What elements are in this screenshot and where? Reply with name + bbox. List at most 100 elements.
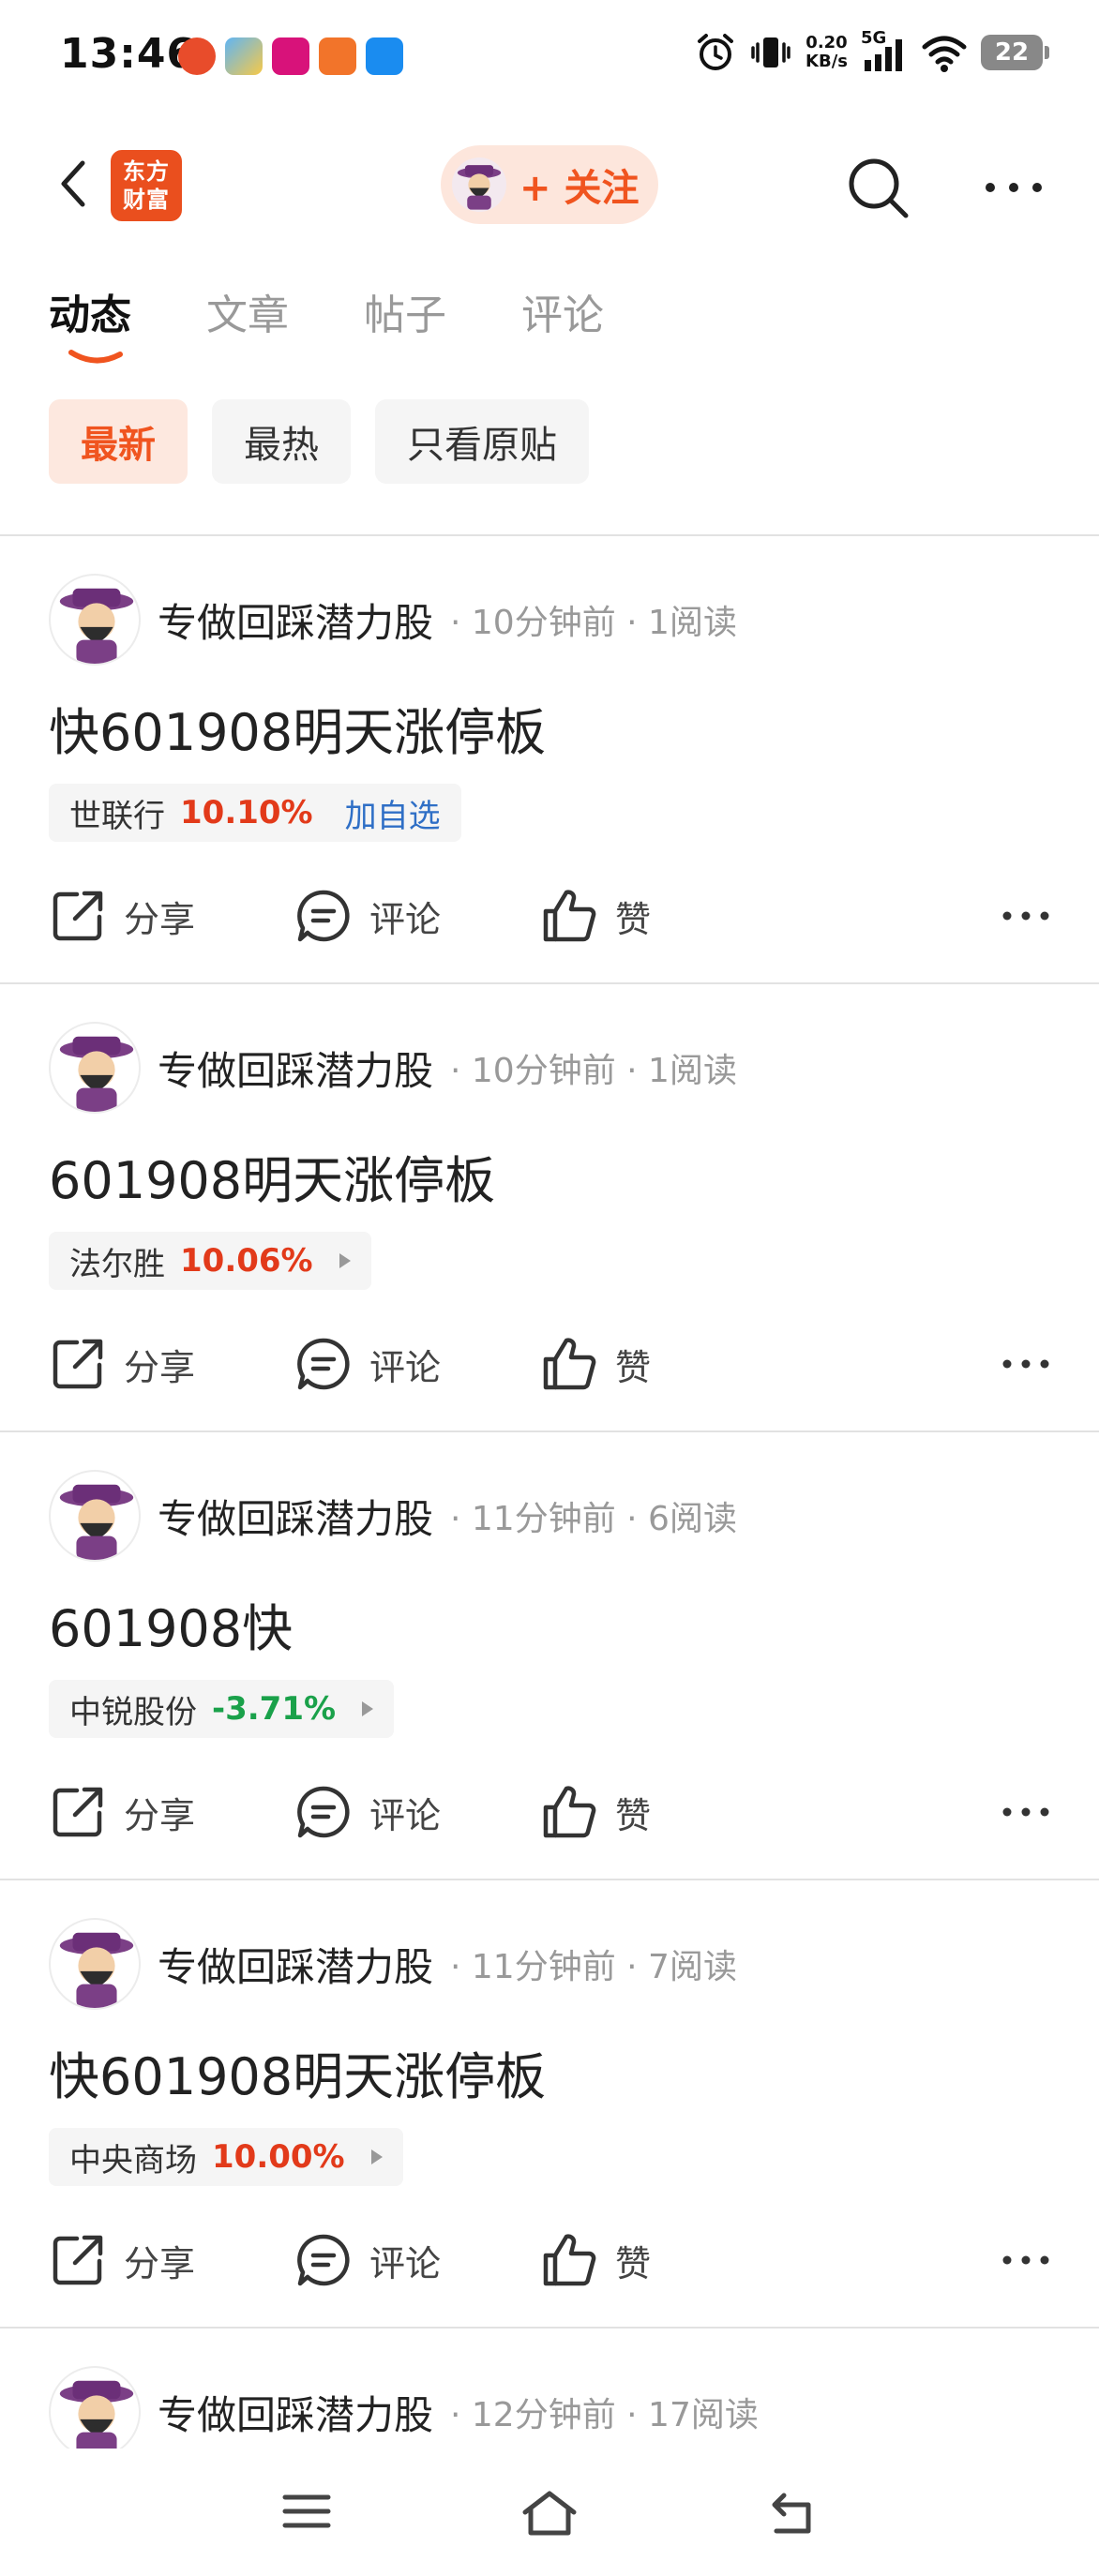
comment-button[interactable]: 评论 — [294, 1783, 441, 1841]
notification-icons — [178, 37, 403, 75]
author-name[interactable]: 专做回踩潜力股 — [158, 1488, 433, 1545]
stock-name: 中央商场 — [69, 2141, 197, 2179]
author-name[interactable]: 专做回踩潜力股 — [158, 592, 433, 649]
app-icon-4 — [319, 37, 356, 75]
logo-line-2: 财富 — [123, 187, 170, 213]
app-icon-2 — [225, 37, 263, 75]
share-button[interactable]: 分享 — [49, 1335, 195, 1393]
filter-hottest[interactable]: 最热 — [212, 399, 351, 484]
logo-line-1: 东方 — [123, 158, 170, 185]
filter-latest[interactable]: 最新 — [49, 399, 188, 484]
filter-original-only[interactable]: 只看原贴 — [375, 399, 589, 484]
post-meta: · 11分钟前 · 7阅读 — [450, 1948, 737, 1986]
post-card[interactable]: 专做回踩潜力股 · 11分钟前 · 6阅读 601908快 中锐股份 -3.71… — [0, 1432, 1099, 1879]
stock-change: -3.71% — [212, 1690, 337, 1728]
avatar[interactable] — [49, 574, 141, 666]
tab-posts[interactable]: 帖子 — [364, 281, 446, 341]
menu-icon[interactable] — [281, 2488, 332, 2535]
tab-label: 帖子 — [364, 292, 446, 339]
comment-button[interactable]: 评论 — [294, 2231, 441, 2289]
stock-tag[interactable]: 法尔胜 10.06% — [49, 1232, 371, 1290]
share-button[interactable]: 分享 — [49, 887, 195, 945]
app-icon-5 — [366, 37, 403, 75]
home-icon[interactable] — [519, 2488, 580, 2539]
post-actions: 分享 评论 赞 — [49, 1335, 1050, 1410]
more-icon[interactable] — [1001, 906, 1050, 926]
status-time: 13:46 — [60, 30, 197, 78]
stock-tag[interactable]: 中锐股份 -3.71% — [49, 1680, 395, 1738]
post-card[interactable]: 专做回踩潜力股 · 10分钟前 · 1阅读 601908明天涨停板 法尔胜 10… — [0, 984, 1099, 1430]
author-name[interactable]: 专做回踩潜力股 — [158, 2384, 433, 2441]
share-label: 分享 — [124, 1794, 196, 1836]
more-icon[interactable] — [1001, 2250, 1050, 2270]
more-icon[interactable] — [981, 169, 1046, 206]
tab-comments[interactable]: 评论 — [521, 281, 604, 341]
stock-name: 中锐股份 — [69, 1693, 197, 1731]
tab-articles[interactable]: 文章 — [206, 281, 289, 341]
stock-change: 10.00% — [212, 2138, 345, 2176]
post-title[interactable]: 快601908明天涨停板 — [49, 691, 546, 765]
post-card[interactable]: 专做回踩潜力股 · 12分钟前 · 17阅读 — [0, 2329, 1099, 2449]
share-label: 分享 — [124, 1346, 196, 1388]
tab-label: 文章 — [206, 292, 289, 339]
alarm-icon — [698, 34, 734, 70]
filter-chips: 最新 最热 只看原贴 — [49, 399, 589, 484]
comment-icon — [297, 1786, 350, 1838]
signal-icon: 5G — [861, 28, 908, 73]
thumbs-up-icon — [543, 890, 596, 942]
like-label: 赞 — [615, 1794, 652, 1836]
avatar[interactable] — [49, 2366, 141, 2449]
like-label: 赞 — [615, 2242, 652, 2284]
post-title[interactable]: 快601908明天涨停板 — [49, 2035, 546, 2109]
comment-icon — [297, 2234, 350, 2286]
stock-change: 10.06% — [180, 1242, 313, 1280]
author-name[interactable]: 专做回踩潜力股 — [158, 1040, 433, 1097]
share-icon — [53, 1787, 103, 1837]
tab-dynamics[interactable]: 动态 — [49, 281, 131, 364]
stock-change: 10.10% — [180, 794, 313, 831]
share-button[interactable]: 分享 — [49, 2231, 195, 2289]
avatar[interactable] — [49, 1470, 141, 1562]
like-button[interactable]: 赞 — [540, 887, 651, 945]
back-icon[interactable] — [49, 156, 105, 212]
net-speed-unit: KB/s — [805, 52, 848, 71]
stock-tag[interactable]: 世联行 10.10% 加自选 — [49, 784, 461, 842]
post-card[interactable]: 专做回踩潜力股 · 10分钟前 · 1阅读 快601908明天涨停板 世联行 1… — [0, 536, 1099, 982]
post-meta: · 11分钟前 · 6阅读 — [450, 1500, 737, 1538]
avatar[interactable] — [49, 1022, 141, 1114]
avatar — [452, 157, 506, 212]
share-icon — [53, 2235, 103, 2285]
follow-button[interactable]: + 关注 — [441, 145, 658, 224]
more-icon[interactable] — [1001, 1802, 1050, 1822]
search-icon[interactable] — [844, 154, 911, 221]
like-button[interactable]: 赞 — [540, 1335, 651, 1393]
share-button[interactable]: 分享 — [49, 1783, 195, 1841]
comment-label: 评论 — [369, 1794, 442, 1836]
post-title[interactable]: 601908明天涨停板 — [49, 1139, 495, 1213]
avatar[interactable] — [49, 1918, 141, 2010]
share-icon — [53, 891, 103, 941]
add-watchlist-button[interactable]: 加自选 — [345, 790, 441, 836]
post-title[interactable]: 601908快 — [49, 1587, 293, 1661]
like-button[interactable]: 赞 — [540, 1783, 651, 1841]
back-nav-icon[interactable] — [767, 2488, 820, 2539]
stock-name: 世联行 — [69, 797, 165, 835]
stock-tag[interactable]: 中央商场 10.00% — [49, 2128, 403, 2186]
app-icon-3 — [272, 37, 309, 75]
more-icon[interactable] — [1001, 1354, 1050, 1374]
app-logo: 东方 财富 — [111, 150, 182, 221]
like-button[interactable]: 赞 — [540, 2231, 651, 2289]
post-meta: · 12分钟前 · 17阅读 — [450, 2396, 759, 2434]
author-name[interactable]: 专做回踩潜力股 — [158, 1936, 433, 1993]
like-label: 赞 — [615, 1346, 652, 1388]
post-meta: · 10分钟前 · 1阅读 — [450, 604, 737, 642]
post-card[interactable]: 专做回踩潜力股 · 11分钟前 · 7阅读 快601908明天涨停板 中央商场 … — [0, 1880, 1099, 2327]
vibrate-icon — [751, 37, 790, 67]
comment-icon — [297, 1338, 350, 1390]
tab-label: 动态 — [49, 292, 131, 339]
comment-button[interactable]: 评论 — [294, 1335, 441, 1393]
comment-button[interactable]: 评论 — [294, 887, 441, 945]
post-actions: 分享 评论 赞 — [49, 887, 1050, 962]
comment-icon — [297, 890, 350, 942]
chevron-right-icon — [339, 1253, 351, 1268]
